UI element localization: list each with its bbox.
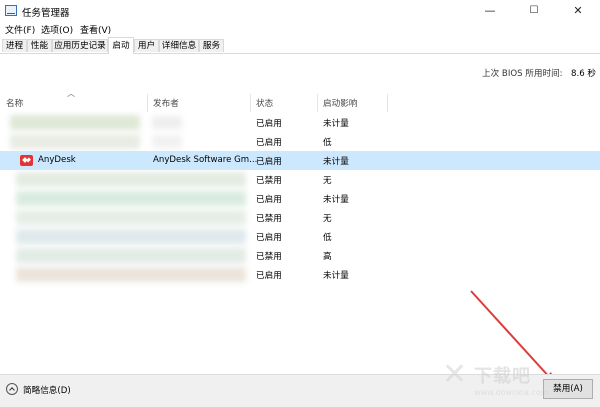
chevron-up-icon[interactable] — [6, 383, 18, 395]
watermark-logo-icon: ✕ — [442, 357, 468, 392]
watermark-url: www.downxia.com — [474, 388, 549, 397]
annotation-arrow — [470, 290, 557, 386]
brief-info-link[interactable]: 简略信息(D) — [23, 384, 71, 396]
watermark: ✕ 下载吧 www.downxia.com — [442, 358, 592, 406]
watermark-text: 下载吧 — [474, 366, 531, 387]
